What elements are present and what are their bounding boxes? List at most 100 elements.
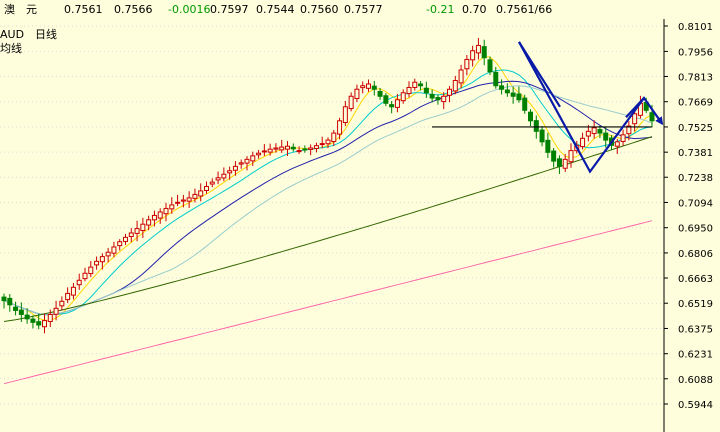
candle-body (215, 177, 221, 181)
tick-label: 0.7238 (678, 173, 713, 184)
candle-body (36, 321, 42, 326)
candle-body (175, 201, 181, 204)
candle-body (516, 93, 522, 101)
candle-body (13, 306, 19, 311)
candle-body (447, 88, 452, 96)
candle-body (221, 173, 227, 179)
candle-body (394, 99, 400, 108)
candle-body (308, 147, 314, 150)
candle-body (88, 266, 94, 275)
candle-body (528, 111, 533, 122)
grid (0, 25, 664, 405)
candle-body (319, 143, 325, 146)
candle-body (360, 85, 366, 89)
candle-body (18, 309, 24, 315)
candle-body (290, 146, 296, 150)
tick-label: 0.6663 (678, 274, 713, 285)
candle-body (539, 129, 545, 143)
candle-body (1, 296, 7, 302)
candle-body (591, 127, 597, 135)
candle-body (140, 223, 146, 231)
candle-body (296, 150, 302, 153)
candle-body (406, 87, 412, 94)
candle-body (313, 145, 319, 149)
candle-body (59, 300, 65, 307)
candle-body (99, 256, 105, 263)
candle-body (186, 197, 192, 202)
candle-body (603, 132, 609, 141)
candle-body (192, 193, 198, 199)
candle-body (250, 155, 256, 162)
candle-body (423, 87, 429, 94)
tick-label: 0.5944 (678, 400, 713, 411)
candle-body (429, 93, 435, 99)
candle-body (94, 260, 100, 266)
candle-body (24, 314, 30, 320)
tick-label: 0.7669 (678, 98, 713, 109)
candle-body (30, 318, 36, 323)
candles (1, 37, 655, 334)
candle-body (76, 279, 82, 286)
candle-body (180, 199, 186, 202)
candle-body (302, 148, 308, 151)
candle-body (169, 204, 175, 210)
candle-body (412, 81, 418, 88)
candle-body (261, 150, 267, 153)
axis-background (665, 0, 720, 432)
candle-body (585, 130, 591, 137)
candle-body (267, 148, 273, 153)
tick-label: 0.7525 (678, 123, 713, 134)
candle-body (117, 241, 123, 247)
candle-body (464, 58, 470, 70)
tick-label: 0.6088 (678, 375, 713, 386)
ma-line-ma20 (3, 80, 653, 316)
candle-body (232, 165, 238, 171)
tick-label: 0.7094 (678, 198, 713, 209)
candle-body (151, 214, 157, 221)
candle-body (157, 211, 163, 219)
candle-body (111, 246, 117, 254)
candle-body (441, 95, 447, 103)
candle-body (487, 59, 493, 73)
tick-label: 0.7381 (678, 148, 713, 159)
candle-body (614, 141, 620, 147)
ma-line-ma120 (3, 220, 653, 385)
candle-body (342, 106, 348, 124)
candle-body (556, 158, 562, 167)
candle-body (279, 146, 285, 151)
candle-body (493, 71, 499, 87)
candle-body (475, 44, 481, 54)
candle-body (522, 97, 528, 111)
candle-body (256, 152, 262, 156)
tick-label: 0.6231 (678, 350, 713, 361)
candle-body (7, 297, 13, 306)
candle-body (65, 292, 71, 301)
tick-label: 0.6950 (678, 224, 713, 235)
candle-body (325, 139, 331, 145)
price-chart[interactable]: 0.8101 0.7956 0.7813 0.7669 0.7525 0.7381 0.72… (0, 0, 720, 432)
candle-body (42, 320, 47, 328)
candle-body (562, 158, 568, 169)
candle-body (348, 95, 354, 110)
candle-body (452, 80, 458, 92)
ma-line-ma60 (3, 136, 653, 322)
candle-body (435, 97, 441, 101)
candle-body (53, 307, 59, 315)
chart-window: 澳 元 0.7561 0.7566 -0.0016 0.7597 0.7544 … (0, 0, 720, 432)
candle-body (209, 181, 215, 185)
candle-body (533, 120, 539, 132)
candle-body (632, 113, 638, 125)
candle-body (470, 50, 476, 61)
ma-line-ma30 (3, 85, 653, 316)
candle-body (134, 228, 140, 234)
candle-body (458, 69, 464, 84)
candle-body (244, 158, 250, 164)
candle-body (146, 219, 152, 226)
tick-label: 0.6375 (678, 324, 713, 335)
candle-body (551, 150, 557, 162)
candle-body (82, 272, 88, 280)
candle-body (337, 120, 343, 135)
candle-body (366, 83, 371, 89)
candle-body (545, 139, 551, 153)
candle-body (285, 145, 290, 150)
